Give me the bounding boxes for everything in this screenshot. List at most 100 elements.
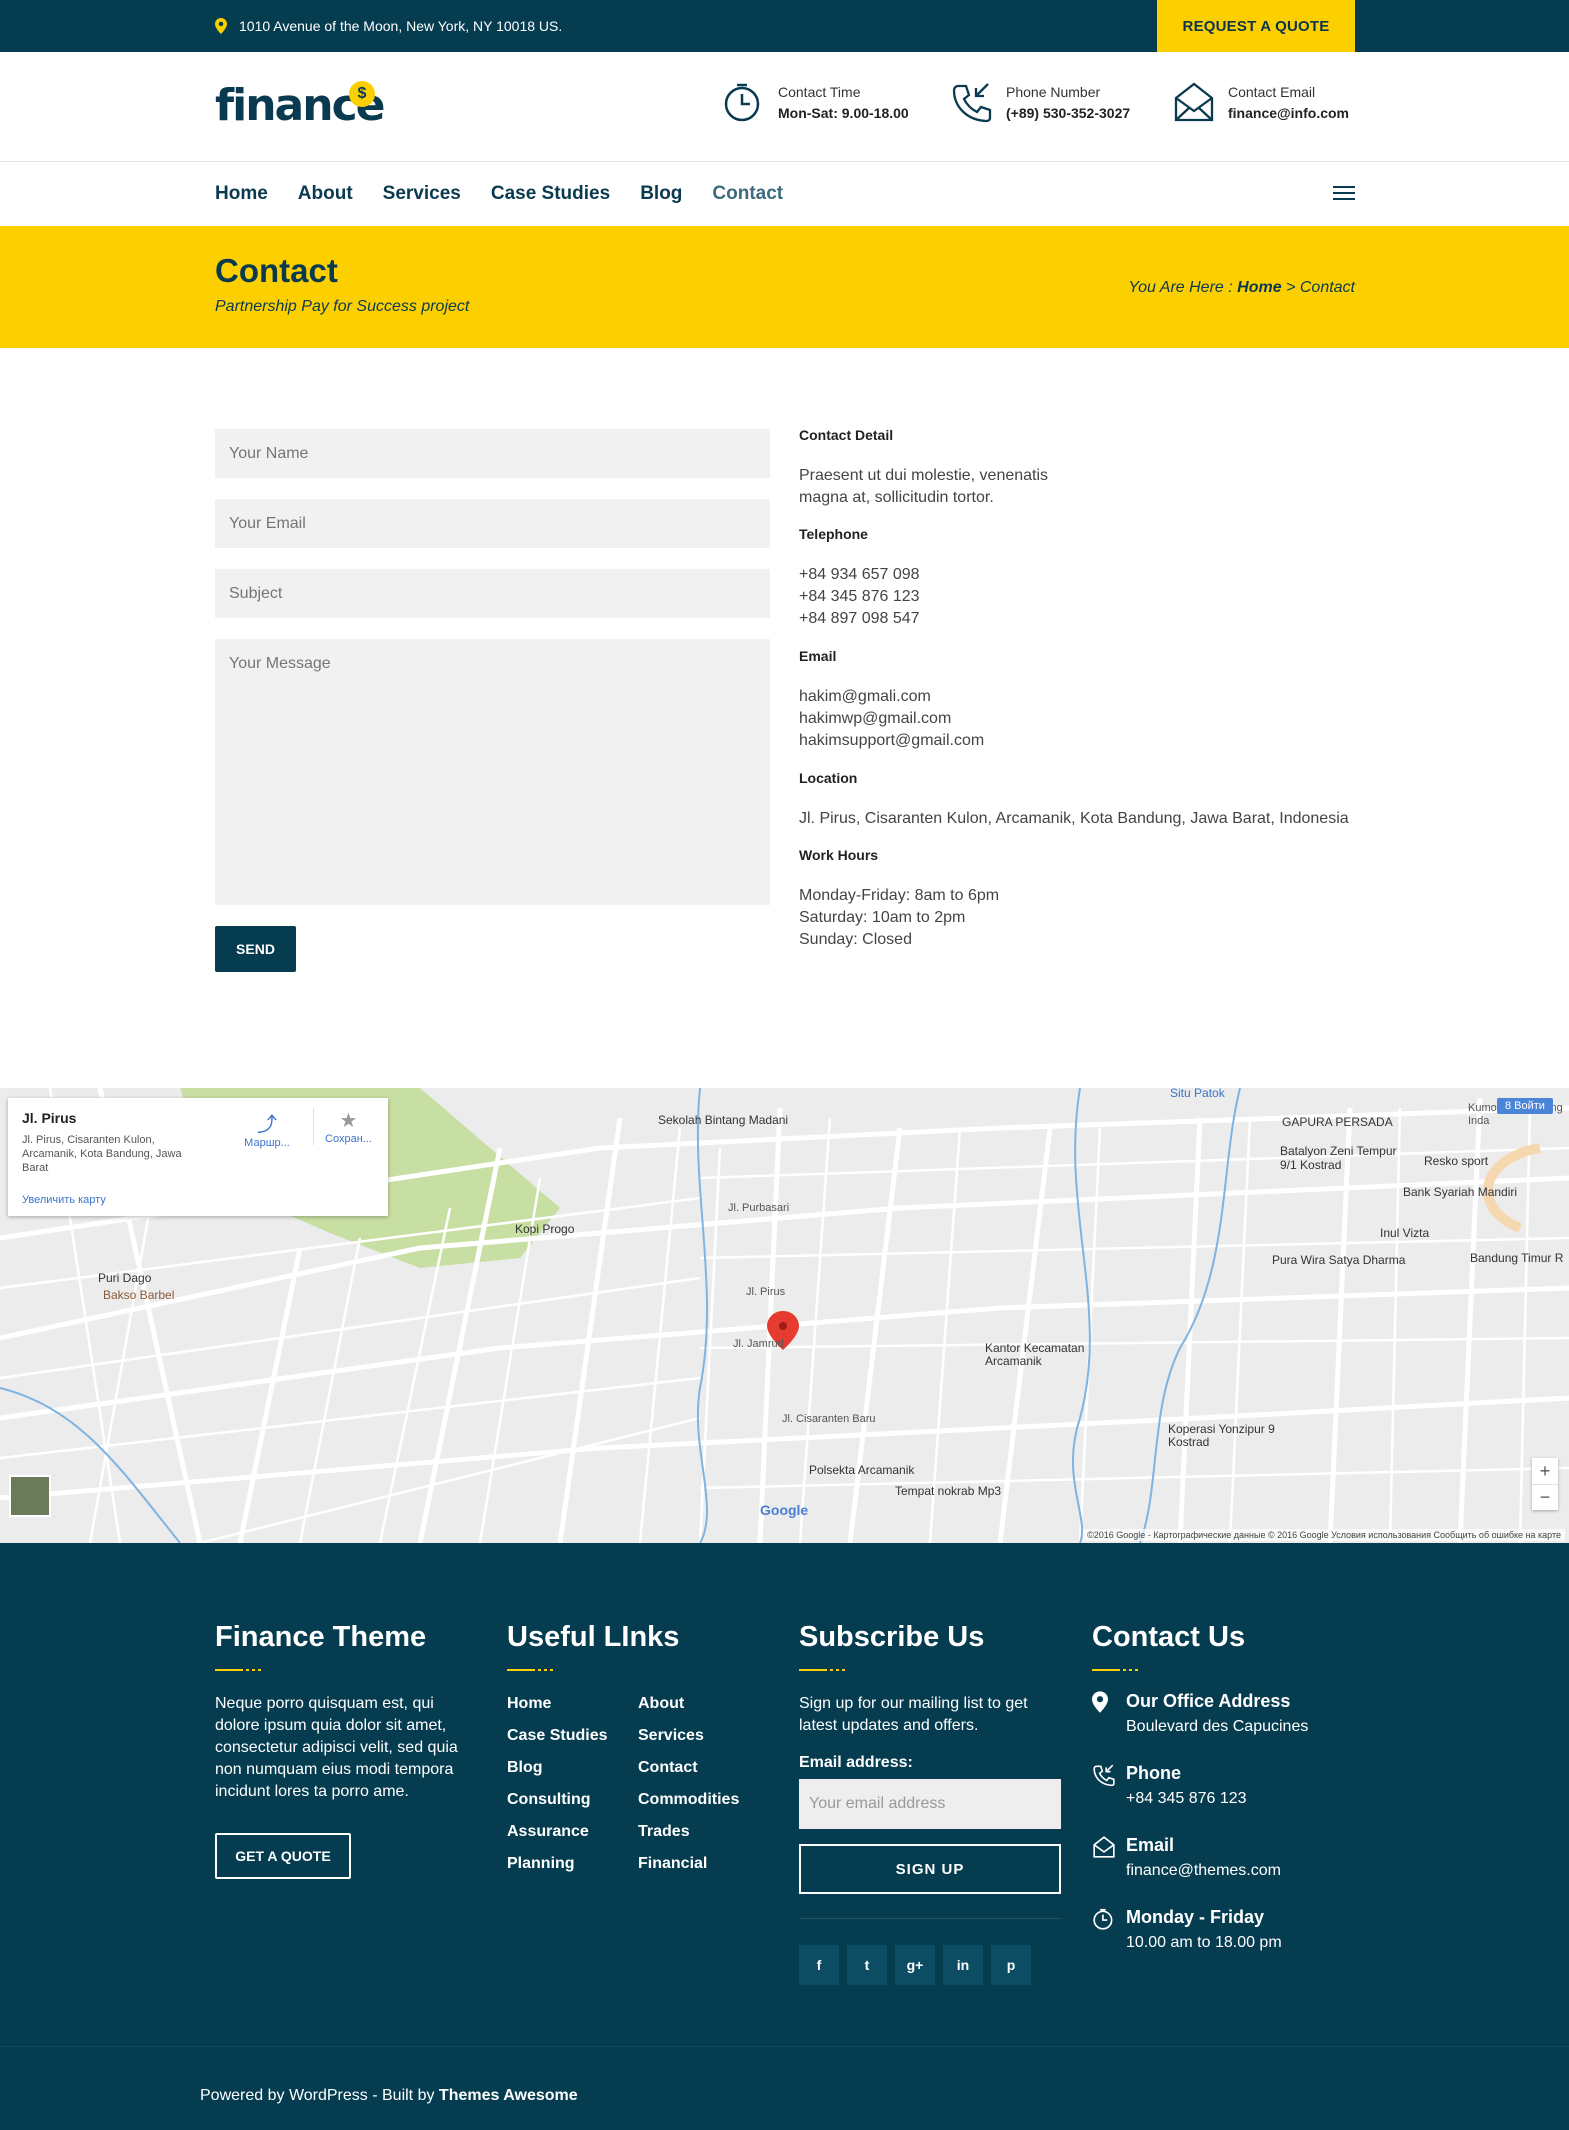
location-heading: Location <box>799 770 858 786</box>
request-quote-button[interactable]: REQUEST A QUOTE <box>1157 0 1355 52</box>
footer-link[interactable]: About <box>638 1695 739 1727</box>
subscribe-email-label: Email address: <box>799 1754 913 1771</box>
top-bar: 1010 Avenue of the Moon, New York, NY 10… <box>0 0 1569 52</box>
hours-weekday: Monday-Friday: 8am to 6pm <box>799 887 1000 904</box>
title-underline <box>507 1669 557 1672</box>
email-label: Contact Email <box>1228 84 1316 100</box>
google-map[interactable]: Sekolah Bintang Madani GAPURA PERSADA Ba… <box>0 1088 1569 1543</box>
footer-link[interactable]: Financial <box>638 1855 739 1887</box>
clock-icon <box>1093 1908 1113 1930</box>
work-hours-list: Monday-Friday: 8am to 6pm Saturday: 10am… <box>799 885 999 951</box>
phone-3: +84 897 098 547 <box>799 610 920 627</box>
email-input[interactable] <box>215 499 770 548</box>
title-underline <box>215 1669 265 1672</box>
footer-about-text: Neque porro quisquam est, qui dolore ips… <box>215 1695 458 1800</box>
footer-link[interactable]: Services <box>638 1727 739 1759</box>
email-1[interactable]: hakim@gmali.com <box>799 686 984 708</box>
map-label: GAPURA PERSADA <box>1282 1115 1393 1129</box>
map-card-address: Jl. Pirus, Cisaranten Kulon, Arcamanik, … <box>22 1134 182 1174</box>
map-label: Jl. Cisaranten Baru <box>782 1413 876 1425</box>
map-label: Kantor Kecamatan Arcamanik <box>985 1341 1085 1368</box>
location-pin-icon <box>1092 1691 1108 1713</box>
map-label: Jl. Purbasari <box>728 1202 790 1214</box>
footer-link[interactable]: Home <box>507 1695 607 1727</box>
email-2[interactable]: hakimwp@gmail.com <box>799 708 984 730</box>
nav-about[interactable]: About <box>298 183 353 205</box>
phone-label: Phone Number <box>1006 84 1101 100</box>
logo-dollar-badge: $ <box>349 81 375 107</box>
footer-bottom: Powered by WordPress - Built by Themes A… <box>0 2046 1569 2130</box>
message-textarea[interactable] <box>215 639 770 905</box>
map-label: Tempat nokrab Mp3 <box>895 1484 1002 1498</box>
nav-contact[interactable]: Contact <box>712 183 783 205</box>
enlarge-map-link[interactable]: Увеличить карту <box>22 1194 106 1206</box>
themes-awesome-link[interactable]: Themes Awesome <box>439 2087 578 2104</box>
save-button[interactable]: ★ Сохран... <box>313 1108 383 1145</box>
header-phone: Phone Number (+89) 530-352-3027 <box>950 80 1130 124</box>
title-underline <box>799 1669 849 1672</box>
linkedin-icon[interactable]: in <box>943 1945 983 1985</box>
map-label: Bakso Barbel <box>103 1288 175 1302</box>
page-subtitle: Partnership Pay for Success project <box>215 298 470 315</box>
email-value[interactable]: finance@info.com <box>1228 105 1349 121</box>
map-login-button[interactable]: 8 Войти <box>1497 1098 1553 1114</box>
menu-icon[interactable] <box>1333 186 1355 204</box>
footer-link[interactable]: Planning <box>507 1855 607 1887</box>
map-card-title: Jl. Pirus <box>22 1110 77 1126</box>
nav-blog[interactable]: Blog <box>640 183 682 205</box>
directions-button[interactable]: ⤴ Маршр... <box>232 1108 302 1149</box>
zoom-in-button[interactable]: + <box>1532 1458 1558 1484</box>
sign-up-button[interactable]: SIGN UP <box>799 1844 1061 1894</box>
contact-time-label: Contact Time <box>778 84 861 100</box>
footer-contact-email: Email finance@themes.com <box>1092 1835 1281 1880</box>
breadcrumb-separator-icon: > <box>1286 279 1296 296</box>
nav-services[interactable]: Services <box>383 183 461 205</box>
phone-icon <box>952 83 992 123</box>
email-3[interactable]: hakimsupport@gmail.com <box>799 730 984 752</box>
email-heading: Email <box>799 648 837 664</box>
page-banner: Contact Partnership Pay for Success proj… <box>0 226 1569 348</box>
footer-link[interactable]: Assurance <box>507 1823 607 1855</box>
name-input[interactable] <box>215 429 770 478</box>
telephone-heading: Telephone <box>799 526 868 542</box>
map-label: Situ Patok <box>1170 1088 1225 1100</box>
subscribe-email-input[interactable]: Your email address <box>799 1779 1061 1829</box>
pinterest-icon[interactable]: p <box>991 1945 1031 1985</box>
footer-links-title: Useful LInks <box>507 1621 680 1653</box>
facebook-icon[interactable]: f <box>799 1945 839 1985</box>
header-contact-time: Contact Time Mon-Sat: 9.00-18.00 <box>722 80 909 124</box>
footer-link[interactable]: Commodities <box>638 1791 739 1823</box>
google-logo: Google <box>760 1502 809 1518</box>
nav-home[interactable]: Home <box>215 183 268 205</box>
footer-link[interactable]: Case Studies <box>507 1727 607 1759</box>
phone-icon <box>1093 1764 1115 1787</box>
nav-case-studies[interactable]: Case Studies <box>491 183 610 205</box>
footer-link[interactable]: Consulting <box>507 1791 607 1823</box>
subject-input[interactable] <box>215 569 770 618</box>
footer-links-col1: Home Case Studies Blog Consulting Assura… <box>507 1695 607 1887</box>
contact-detail-text: Praesent ut dui molestie, venenatis magn… <box>799 467 1049 506</box>
footer-links-col2: About Services Contact Commodities Trade… <box>638 1695 739 1887</box>
map-label: Kopi Progo <box>515 1222 575 1236</box>
footer-link[interactable]: Trades <box>638 1823 739 1855</box>
breadcrumb: You Are Here : Home > Contact <box>1128 279 1355 297</box>
contact-time-value: Mon-Sat: 9.00-18.00 <box>778 105 909 121</box>
breadcrumb-home[interactable]: Home <box>1237 279 1281 296</box>
google-plus-icon[interactable]: g+ <box>895 1945 935 1985</box>
map-label: Batalyon Zeni Tempur 9/1 Kostrad <box>1280 1144 1397 1172</box>
send-button[interactable]: SEND <box>215 926 296 972</box>
location-pin-icon <box>215 18 227 34</box>
map-attribution: ©2016 Google - Картографические данные ©… <box>1083 1529 1565 1541</box>
footer-about-title: Finance Theme <box>215 1621 427 1653</box>
header: finance $ Contact Time Mon-Sat: 9.00-18.… <box>0 52 1569 162</box>
directions-icon: ⤴ <box>257 1114 277 1136</box>
twitter-icon[interactable]: t <box>847 1945 887 1985</box>
footer-link[interactable]: Contact <box>638 1759 739 1791</box>
clock-icon <box>724 83 760 122</box>
get-quote-button[interactable]: GET A QUOTE <box>215 1833 351 1879</box>
map-label: Bank Syariah Mandiri <box>1403 1185 1518 1199</box>
footer-link[interactable]: Blog <box>507 1759 607 1791</box>
telephone-list: +84 934 657 098 +84 345 876 123 +84 897 … <box>799 564 920 630</box>
zoom-out-button[interactable]: − <box>1532 1484 1558 1510</box>
map-label: Bandung Timur R <box>1470 1251 1564 1265</box>
